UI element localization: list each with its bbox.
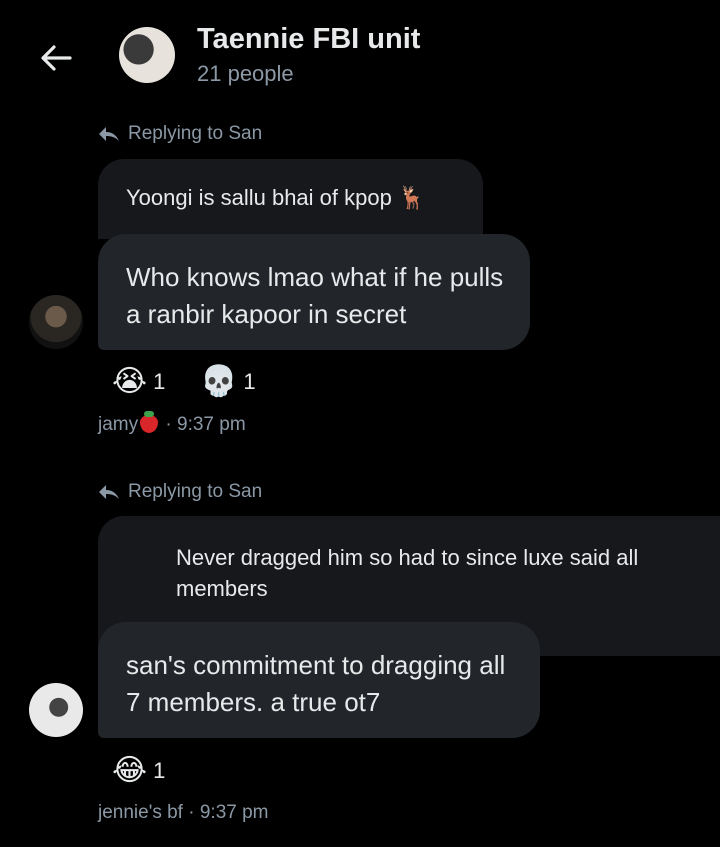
- reply-arrow-icon: [99, 485, 119, 499]
- back-button[interactable]: [36, 38, 76, 78]
- member-count[interactable]: 21 people: [197, 61, 294, 87]
- arrow-left-icon: [41, 45, 72, 71]
- quoted-message[interactable]: Yoongi is sallu bhai of kpop 🦌: [98, 159, 483, 239]
- message-meta: jamy · 9:37 pm: [98, 411, 246, 436]
- message-text: Who knows lmao what if he pulls a ranbir…: [126, 262, 504, 329]
- replying-to-label: Replying to San: [98, 481, 262, 503]
- quoted-text: Yoongi is sallu bhai of kpop 🦌: [126, 185, 426, 210]
- reaction-crying[interactable]: 😭 1: [112, 367, 165, 397]
- reaction-count: 1: [243, 369, 256, 394]
- crying-face-icon: 😭: [112, 364, 148, 399]
- message-time: · 9:37 pm: [188, 802, 269, 823]
- quoted-text: Never dragged him so had to since luxe s…: [176, 545, 639, 601]
- message-text: san's commitment to dragging all 7 membe…: [126, 650, 506, 717]
- reply-arrow-icon: [99, 127, 119, 141]
- message-bubble[interactable]: Who knows lmao what if he pulls a ranbir…: [98, 234, 530, 350]
- reaction-count: 1: [153, 758, 166, 783]
- skull-icon: 💀: [200, 364, 238, 399]
- reaction-laughing[interactable]: 😂 1: [112, 756, 165, 786]
- sender-name: jennie's bf: [98, 802, 183, 823]
- message-time: · 9:37 pm: [165, 414, 246, 435]
- sender-avatar[interactable]: [29, 683, 83, 737]
- strawberry-icon: [140, 411, 159, 433]
- message-meta: jennie's bf · 9:37 pm: [98, 802, 269, 824]
- reaction-skull[interactable]: 💀 1: [200, 367, 256, 397]
- sender-avatar[interactable]: [29, 295, 83, 349]
- reaction-count: 1: [153, 369, 166, 394]
- group-avatar[interactable]: [119, 27, 175, 83]
- replying-to-label: Replying to San: [98, 123, 262, 145]
- conversation-title[interactable]: Taennie FBI unit: [197, 23, 420, 56]
- laughing-face-icon: 😂: [112, 753, 148, 788]
- sender-name: jamy: [98, 414, 139, 435]
- message-bubble[interactable]: san's commitment to dragging all 7 membe…: [98, 622, 540, 738]
